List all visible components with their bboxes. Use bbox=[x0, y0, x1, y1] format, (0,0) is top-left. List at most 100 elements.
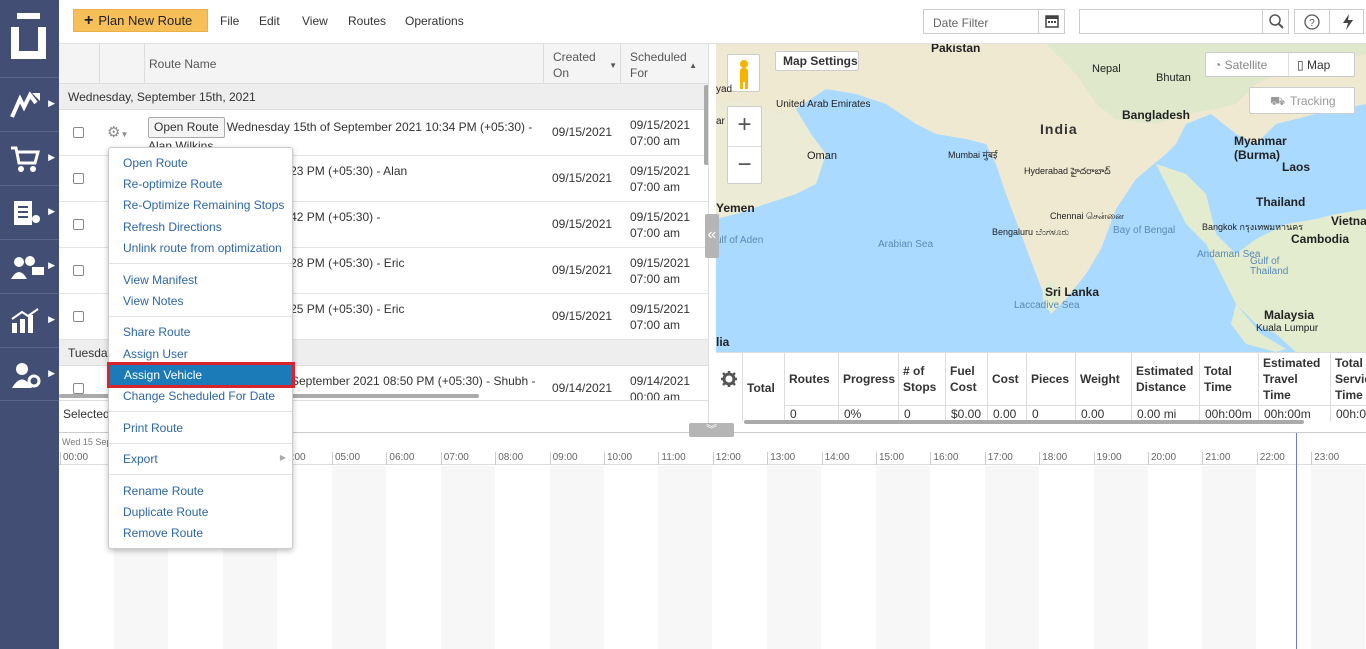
stats-header-stops: # of Stops bbox=[898, 353, 945, 405]
routes-table-header: Route Name Created On ▼ Scheduled For ▲ bbox=[59, 44, 708, 84]
menu-item-export[interactable]: Export ▶ bbox=[109, 449, 292, 469]
row-checkbox[interactable] bbox=[73, 265, 84, 276]
row-checkbox[interactable] bbox=[73, 127, 84, 138]
divider bbox=[1329, 10, 1330, 33]
map-label-somalia-fragment: lia bbox=[716, 335, 730, 349]
cart-icon bbox=[11, 146, 40, 172]
scheduled-time: 07:00 am bbox=[630, 318, 681, 332]
timeline-hour-label: 00:00 bbox=[60, 452, 88, 465]
chevron-right-icon: ▶ bbox=[48, 152, 55, 162]
menu-item-change-scheduled-date[interactable]: Change Scheduled For Date bbox=[109, 386, 292, 406]
column-created-on[interactable]: Created On ▼ bbox=[543, 44, 621, 84]
chevron-right-icon: ▶ bbox=[48, 260, 55, 270]
stats-header-total-time: Total Time bbox=[1199, 353, 1258, 405]
lightning-icon[interactable] bbox=[1340, 13, 1356, 31]
timeline-hour-label: 06:00 bbox=[386, 452, 414, 465]
help-icon[interactable]: ? bbox=[1303, 13, 1321, 31]
map-view[interactable]: Map Settings + − ◔ Satellite ▯ Map ⛟ Tra… bbox=[716, 44, 1366, 352]
sidebar-item-team[interactable]: ▶ bbox=[0, 239, 59, 293]
map-label: Map bbox=[1306, 58, 1331, 72]
timeline-hour-band bbox=[1202, 466, 1257, 649]
group-header[interactable]: Wednesday, September 15th, 2021 bbox=[59, 84, 708, 110]
calendar-icon[interactable] bbox=[1038, 10, 1064, 33]
menu-item-share-route[interactable]: Share Route bbox=[109, 322, 292, 342]
menu-routes[interactable]: Routes bbox=[348, 14, 386, 28]
timeline-hour-label: 09:00 bbox=[549, 452, 578, 465]
divider bbox=[1288, 53, 1289, 76]
collapse-timeline-handle[interactable]: ︾ bbox=[689, 423, 734, 437]
timeline-hour-label: 10:00 bbox=[604, 452, 632, 465]
map-label-india: India bbox=[1040, 121, 1078, 137]
open-route-button[interactable]: Open Route bbox=[148, 117, 225, 138]
analytics-chart-icon bbox=[11, 308, 39, 333]
menu-edit[interactable]: Edit bbox=[259, 14, 280, 28]
satellite-toggle[interactable]: ◔ Satellite bbox=[1214, 58, 1267, 72]
row-checkbox[interactable] bbox=[73, 219, 84, 230]
collapse-panel-handle[interactable]: « bbox=[705, 214, 719, 258]
menu-item-assign-vehicle[interactable]: Assign Vehicle bbox=[107, 362, 295, 388]
menu-operations[interactable]: Operations bbox=[405, 14, 464, 28]
scheduled-time: 07:00 am bbox=[630, 272, 681, 286]
map-label-bangladesh: Bangladesh bbox=[1122, 108, 1191, 122]
menu-item-refresh-directions[interactable]: Refresh Directions bbox=[109, 217, 292, 237]
chevron-right-icon: ▶ bbox=[48, 314, 55, 324]
menu-item-rename-route[interactable]: Rename Route bbox=[109, 481, 292, 501]
search-input[interactable] bbox=[1079, 9, 1289, 34]
timeline-hour-band bbox=[1093, 466, 1148, 649]
map-settings-button[interactable]: Map Settings bbox=[775, 51, 859, 71]
menu-divider bbox=[109, 474, 292, 475]
menu-divider bbox=[109, 411, 292, 412]
sidebar-item-addressbook[interactable]: ▶ bbox=[0, 185, 59, 239]
row-checkbox[interactable] bbox=[73, 383, 84, 394]
sidebar-item-orders[interactable]: ▶ bbox=[0, 131, 59, 185]
route4me-logo[interactable] bbox=[11, 13, 46, 59]
column-route-name[interactable]: Route Name bbox=[144, 44, 544, 84]
menu-item-view-notes[interactable]: View Notes bbox=[109, 291, 292, 311]
menu-view[interactable]: View bbox=[302, 14, 328, 28]
menu-item-reoptimize-route[interactable]: Re-optimize Route bbox=[109, 174, 292, 194]
sidebar-item-routes[interactable]: ▶ bbox=[0, 77, 59, 131]
row-checkbox[interactable] bbox=[73, 173, 84, 184]
route-name-cell: September 2021 08:50 PM (+05:30) - Shubh… bbox=[291, 374, 536, 388]
scheduled-date: 09/15/2021 bbox=[630, 302, 691, 316]
menu-item-print-route[interactable]: Print Route bbox=[109, 418, 292, 438]
timeline-hour-band bbox=[767, 466, 822, 649]
column-scheduled-for[interactable]: Scheduled For ▲ bbox=[620, 44, 708, 84]
map-toggle[interactable]: ▯ Map bbox=[1297, 58, 1330, 72]
sidebar-item-settings[interactable]: ▶ bbox=[0, 347, 59, 401]
plan-new-route-button[interactable]: + Plan New Route bbox=[73, 9, 208, 32]
menu-item-view-manifest[interactable]: View Manifest bbox=[109, 270, 292, 290]
gear-icon bbox=[721, 371, 737, 387]
menu-item-open-route[interactable]: Open Route bbox=[109, 153, 292, 173]
menu-file[interactable]: File bbox=[220, 14, 239, 28]
scheduled-date: 09/15/2021 bbox=[630, 164, 691, 178]
tracking-button[interactable]: ⛟ Tracking bbox=[1249, 87, 1355, 114]
menu-item-unlink-route[interactable]: Unlink route from optimization bbox=[109, 238, 292, 258]
menu-item-remove-route[interactable]: Remove Route bbox=[109, 523, 292, 543]
scheduled-for-cell: 09/15/2021 07:00 am bbox=[630, 209, 690, 241]
map-label-mumbai: Mumbai मुंबई bbox=[948, 150, 998, 160]
zoom-out-button[interactable]: − bbox=[728, 146, 761, 184]
sort-up-icon: ▲ bbox=[689, 61, 697, 70]
sidebar-item-analytics[interactable]: ▶ bbox=[0, 293, 59, 347]
stats-header-routes: Routes bbox=[784, 353, 838, 405]
sort-down-icon: ▼ bbox=[609, 61, 617, 70]
stats-settings[interactable] bbox=[716, 353, 742, 405]
timeline-hour-label: 05:00 bbox=[332, 452, 360, 465]
plan-new-route-label: Plan New Route bbox=[98, 13, 193, 28]
gear-icon[interactable]: ⚙▼ bbox=[107, 123, 128, 141]
menu-item-assign-user[interactable]: Assign User bbox=[109, 344, 292, 364]
search-icon[interactable] bbox=[1262, 10, 1288, 33]
date-filter-input[interactable]: Date Filter bbox=[923, 9, 1065, 34]
created-on-cell: 09/14/2021 bbox=[552, 381, 613, 395]
timeline-hour-label: 22:00 bbox=[1256, 452, 1285, 465]
vertical-scrollbar[interactable] bbox=[704, 85, 708, 165]
stats-value-service-time: 00h:00 bbox=[1330, 405, 1366, 422]
menu-item-reoptimize-remaining[interactable]: Re-Optimize Remaining Stops bbox=[109, 195, 292, 215]
stats-horizontal-scrollbar[interactable] bbox=[744, 420, 1304, 424]
row-checkbox[interactable] bbox=[73, 311, 84, 322]
scheduled-time: 07:00 am bbox=[630, 226, 681, 240]
menu-item-duplicate-route[interactable]: Duplicate Route bbox=[109, 502, 292, 522]
scheduled-for-cell: 09/15/2021 07:00 am bbox=[630, 163, 690, 195]
zoom-in-button[interactable]: + bbox=[728, 107, 761, 145]
